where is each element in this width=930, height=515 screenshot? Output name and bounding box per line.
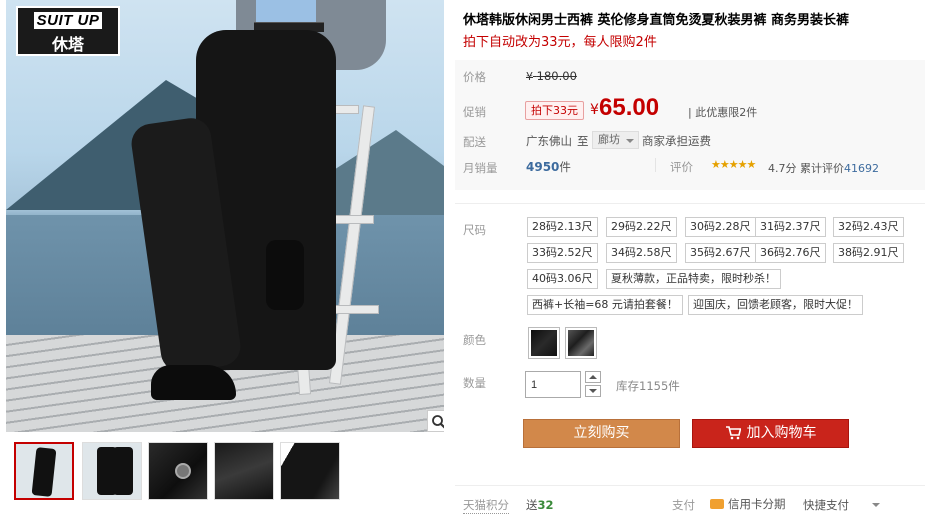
thumbnail-2[interactable] — [82, 442, 142, 500]
destination-select[interactable]: 廊坊 — [592, 131, 639, 149]
shipping-fee: 商家承担运费 — [642, 134, 711, 148]
sales-label: 月销量 — [463, 161, 498, 175]
color-label: 颜色 — [463, 333, 486, 347]
add-to-cart-label: 加入购物车 — [746, 425, 817, 441]
add-to-cart-button[interactable]: 加入购物车 — [692, 419, 849, 448]
size-option[interactable]: 28码2.13尺 — [527, 217, 598, 237]
thumbnail-1[interactable] — [14, 442, 74, 500]
quantity-increase-button[interactable] — [585, 371, 601, 383]
ship-to-word: 至 — [577, 134, 589, 148]
quantity-decrease-button[interactable] — [585, 385, 601, 397]
size-option[interactable]: 西裤+长袖=68 元请拍套餐！ — [527, 295, 683, 315]
quantity-input[interactable] — [525, 371, 581, 398]
product-title: 休塔韩版休闲男士西裤 英伦修身直筒免烫夏秋装男裤 商务男装长裤 — [463, 13, 850, 28]
quick-pay-option[interactable]: 快捷支付 — [803, 497, 849, 513]
stock-count: 库存1155件 — [616, 379, 680, 393]
payment-label: 支付 — [672, 498, 695, 512]
divider — [655, 158, 656, 172]
promo-price-label: 促销 — [463, 105, 486, 119]
buy-now-button[interactable]: 立刻购买 — [523, 419, 680, 448]
currency-symbol: ¥ — [590, 102, 599, 118]
points-label[interactable]: 天猫积分 — [463, 497, 509, 514]
thumbnail-3[interactable] — [148, 442, 208, 500]
size-option[interactable]: 38码2.91尺 — [833, 243, 904, 263]
credit-card-icon — [710, 498, 724, 509]
shipping-label: 配送 — [463, 135, 486, 149]
cart-icon — [725, 426, 741, 440]
rating-score: 4.7分 — [768, 162, 797, 175]
divider — [455, 203, 925, 204]
divider — [455, 485, 925, 486]
promo-price: 65.00 — [599, 94, 660, 121]
size-option[interactable]: 31码2.37尺 — [755, 217, 826, 237]
model-figure — [128, 0, 386, 410]
size-option[interactable]: 36码2.76尺 — [755, 243, 826, 263]
size-option[interactable]: 33码2.52尺 — [527, 243, 598, 263]
points-value: 送32 — [526, 498, 554, 512]
review-label: 评价 — [670, 160, 693, 174]
chevron-down-icon — [626, 139, 634, 143]
main-product-image[interactable]: SUIT UP 休塔 — [6, 0, 444, 432]
destination-value: 廊坊 — [598, 133, 620, 146]
size-option[interactable]: 35码2.67尺 — [685, 243, 756, 263]
review-count-link[interactable]: 累计评价41692 — [800, 160, 879, 176]
quantity-label: 数量 — [463, 376, 486, 390]
star-rating-icon: ★★★★★ — [711, 158, 756, 171]
size-option[interactable]: 34码2.58尺 — [606, 243, 677, 263]
promo-tag: 拍下33元 — [525, 101, 584, 120]
size-option[interactable]: 30码2.28尺 — [685, 217, 756, 237]
brand-logo: SUIT UP 休塔 — [16, 6, 120, 56]
size-label: 尺码 — [463, 223, 486, 237]
sales-count: 4950件 — [526, 160, 571, 174]
color-swatch[interactable] — [565, 327, 597, 359]
list-price: ¥ 180.00 — [526, 69, 577, 83]
color-swatch[interactable] — [528, 327, 560, 359]
chevron-down-icon[interactable] — [872, 503, 880, 507]
thumbnail-5[interactable] — [280, 442, 340, 500]
size-option[interactable]: 夏秋薄款，正品特卖，限时秒杀！ — [606, 269, 781, 289]
zoom-button[interactable] — [427, 410, 444, 432]
installment-option[interactable]: 信用卡分期 — [710, 496, 786, 512]
ship-from: 广东佛山 — [526, 134, 572, 148]
size-option[interactable]: 29码2.22尺 — [606, 217, 677, 237]
thumbnail-4[interactable] — [214, 442, 274, 500]
size-option[interactable]: 32码2.43尺 — [833, 217, 904, 237]
promo-text: 拍下自动改为33元，每人限购2件 — [463, 35, 657, 50]
limit-note: | 此优惠限2件 — [688, 106, 758, 119]
magnifier-icon — [432, 415, 444, 429]
size-option[interactable]: 迎国庆，回馈老顾客，限时大促！ — [688, 295, 863, 315]
list-price-label: 价格 — [463, 70, 486, 84]
size-option[interactable]: 40码3.06尺 — [527, 269, 598, 289]
